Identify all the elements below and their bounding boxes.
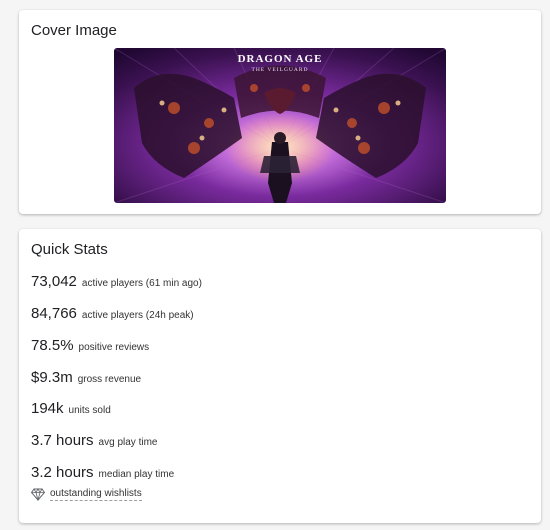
stat-value: 194k: [31, 400, 64, 417]
stat-label: avg play time: [98, 437, 158, 448]
stat-active-players-peak: 84,766 active players (24h peak): [31, 305, 194, 322]
stat-label: median play time: [98, 469, 175, 480]
stat-label: units sold: [68, 405, 111, 416]
stat-active-players-now: 73,042 active players (61 min ago): [31, 273, 202, 290]
cover-logo-line1: DRAGON AGE: [238, 53, 323, 65]
stat-label: gross revenue: [77, 374, 142, 385]
cover-image-card: Cover Image DRAGON AGE THE VEILGUARD: [19, 10, 541, 214]
stat-units-sold: 194k units sold: [31, 400, 111, 417]
outstanding-wishlists-label[interactable]: outstanding wishlists: [50, 488, 142, 501]
stat-value: 3.2 hours: [31, 464, 94, 481]
quick-stats-card: Quick Stats 73,042 active players (61 mi…: [19, 229, 541, 523]
quick-stats-title: Quick Stats: [31, 241, 108, 258]
stat-label: active players (24h peak): [81, 310, 194, 321]
cover-image-title: Cover Image: [31, 22, 117, 39]
stat-value: $9.3m: [31, 369, 73, 386]
stat-label: active players (61 min ago): [81, 278, 202, 289]
stat-value: 73,042: [31, 273, 77, 290]
stat-label: positive reviews: [78, 342, 150, 353]
stat-value: 3.7 hours: [31, 432, 94, 449]
stat-median-play-time: 3.2 hours median play time: [31, 464, 174, 481]
cover-logo-line2: THE VEILGUARD: [251, 67, 308, 73]
stat-positive-reviews: 78.5% positive reviews: [31, 337, 149, 354]
stat-value: 78.5%: [31, 337, 74, 354]
stat-gross-revenue: $9.3m gross revenue: [31, 369, 141, 386]
outstanding-wishlists-link[interactable]: outstanding wishlists: [31, 488, 142, 501]
stat-value: 84,766: [31, 305, 77, 322]
cover-image: DRAGON AGE THE VEILGUARD: [114, 48, 446, 203]
stat-avg-play-time: 3.7 hours avg play time: [31, 432, 157, 449]
diamond-icon: [31, 488, 45, 501]
